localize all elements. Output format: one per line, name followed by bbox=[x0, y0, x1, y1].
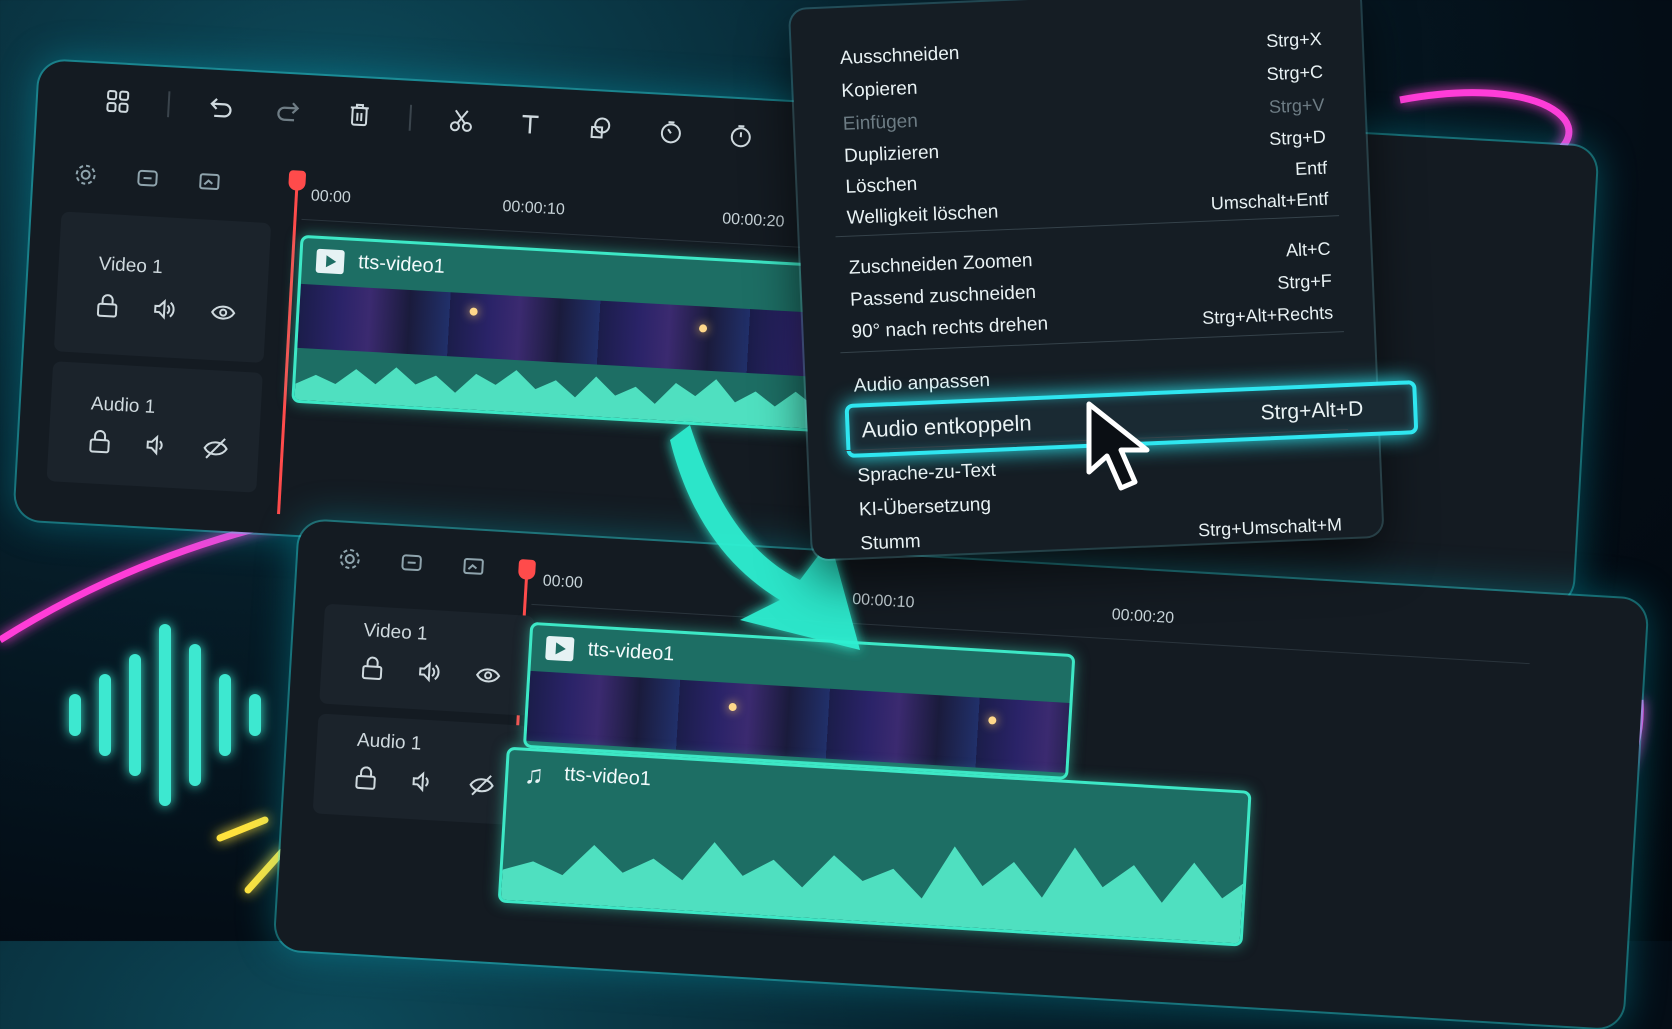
menu-item-label: 90° nach rechts drehen bbox=[851, 313, 1049, 343]
eye-icon[interactable] bbox=[209, 300, 237, 330]
menu-item-shortcut: Strg+Alt+D bbox=[1260, 397, 1364, 425]
menu-item-label: KI-Übersetzung bbox=[858, 494, 992, 521]
clip-title: tts-video1 bbox=[587, 638, 676, 666]
menu-item-label: Stumm bbox=[859, 531, 921, 555]
scissors-icon[interactable] bbox=[440, 100, 482, 142]
video-clip-linked[interactable]: tts-video1 bbox=[291, 234, 866, 435]
speed-timer-icon[interactable] bbox=[650, 111, 692, 153]
ruler-label: 00:00 bbox=[310, 187, 352, 207]
track-name: Audio 1 bbox=[90, 393, 156, 418]
menu-item-shortcut: Strg+C bbox=[1266, 61, 1324, 84]
volume-icon[interactable] bbox=[416, 659, 442, 689]
undo-icon[interactable] bbox=[199, 86, 241, 128]
ruler-label: 00:00:20 bbox=[721, 210, 785, 231]
menu-item-shortcut: Strg+Alt+Rechts bbox=[1201, 302, 1334, 328]
ruler-label: 00:00:20 bbox=[1111, 606, 1175, 627]
clip-title: tts-video1 bbox=[563, 763, 652, 791]
menu-item-label: Passend zuschneiden bbox=[849, 281, 1037, 311]
menu-item-label: Kopieren bbox=[841, 77, 918, 102]
volume-icon[interactable] bbox=[151, 297, 177, 327]
ruler-label: 00:00:10 bbox=[851, 590, 915, 612]
menu-item-shortcut: Strg+F bbox=[1276, 270, 1333, 293]
audio-clip-detached[interactable]: ♫ tts-video1 bbox=[497, 746, 1252, 947]
track-controls bbox=[88, 429, 229, 466]
menu-item-shortcut: Strg+Umschalt+M bbox=[1197, 513, 1343, 540]
preview-icon[interactable] bbox=[197, 169, 223, 199]
ruler-label: 00:00:10 bbox=[502, 198, 566, 219]
preview-icon[interactable] bbox=[461, 554, 487, 584]
track-controls bbox=[354, 766, 495, 803]
track-name: Audio 1 bbox=[356, 729, 422, 755]
menu-item-label: Einfügen bbox=[842, 110, 919, 135]
menu-item-label: Sprache-zu-Text bbox=[857, 459, 997, 487]
track-header-audio: Audio 1 bbox=[46, 361, 263, 493]
timer-icon[interactable] bbox=[720, 115, 762, 157]
volume-icon[interactable] bbox=[144, 432, 170, 462]
crop-shape-icon[interactable] bbox=[580, 107, 622, 149]
track-tools bbox=[337, 546, 486, 584]
trash-icon[interactable] bbox=[338, 94, 380, 136]
text-icon[interactable] bbox=[510, 103, 552, 145]
clip-title: tts-video1 bbox=[357, 251, 446, 278]
settings-icon[interactable] bbox=[337, 546, 363, 576]
settings-icon[interactable] bbox=[73, 162, 99, 192]
track-header-video: Video 1 bbox=[319, 603, 535, 716]
menu-item-shortcut: Alt+C bbox=[1285, 238, 1331, 260]
menu-item-shortcut: Strg+X bbox=[1265, 28, 1323, 51]
play-icon bbox=[545, 635, 575, 662]
track-name: Video 1 bbox=[362, 619, 429, 645]
menu-item-label: Audio entkoppeln bbox=[861, 410, 1033, 443]
track-name: Video 1 bbox=[98, 253, 164, 279]
menu-item-shortcut: Umschalt+Entf bbox=[1210, 188, 1329, 214]
ruler-label: 00:00 bbox=[542, 572, 584, 592]
menu-item-label: Welligkeit löschen bbox=[846, 201, 999, 229]
hidden-icon[interactable] bbox=[468, 772, 496, 802]
music-note-icon: ♫ bbox=[523, 758, 545, 790]
replace-icon[interactable] bbox=[135, 166, 161, 196]
track-controls bbox=[95, 294, 236, 331]
lock-icon[interactable] bbox=[88, 429, 112, 459]
menu-item-label: Löschen bbox=[845, 173, 918, 198]
menu-item-label: Duplizieren bbox=[843, 141, 940, 167]
lock-icon[interactable] bbox=[95, 294, 119, 324]
mouse-cursor-icon bbox=[1086, 401, 1150, 491]
audio-waveform bbox=[500, 842, 1244, 944]
eye-icon[interactable] bbox=[474, 663, 502, 693]
lock-icon[interactable] bbox=[360, 656, 384, 686]
timeline-panel-bottom: 00:00 00:00:10 00:00:20 Video 1 Audio 1 … bbox=[274, 520, 1648, 1029]
grid-icon[interactable] bbox=[97, 80, 139, 122]
replace-icon[interactable] bbox=[399, 550, 425, 580]
menu-item-label: Zuschneiden Zoomen bbox=[848, 250, 1033, 279]
hidden-icon[interactable] bbox=[202, 436, 230, 466]
menu-item-shortcut: Strg+D bbox=[1268, 126, 1327, 149]
track-header-video: Video 1 bbox=[53, 211, 272, 363]
track-header-audio: Audio 1 bbox=[312, 713, 529, 826]
menu-item-label: Ausschneiden bbox=[839, 42, 960, 69]
track-tools bbox=[73, 162, 222, 199]
toolbar-divider bbox=[408, 104, 413, 131]
menu-item-shortcut: Entf bbox=[1294, 157, 1328, 179]
track-controls bbox=[360, 656, 501, 693]
redo-icon[interactable] bbox=[268, 90, 310, 132]
lock-icon[interactable] bbox=[354, 766, 378, 796]
volume-icon[interactable] bbox=[410, 769, 436, 799]
toolbar-divider bbox=[167, 91, 171, 118]
play-icon bbox=[315, 248, 345, 275]
menu-item-shortcut: Strg+V bbox=[1268, 94, 1325, 117]
time-ruler: 00:00 00:00:10 00:00:20 bbox=[301, 174, 824, 249]
menu-item-label: Audio anpassen bbox=[853, 369, 991, 397]
